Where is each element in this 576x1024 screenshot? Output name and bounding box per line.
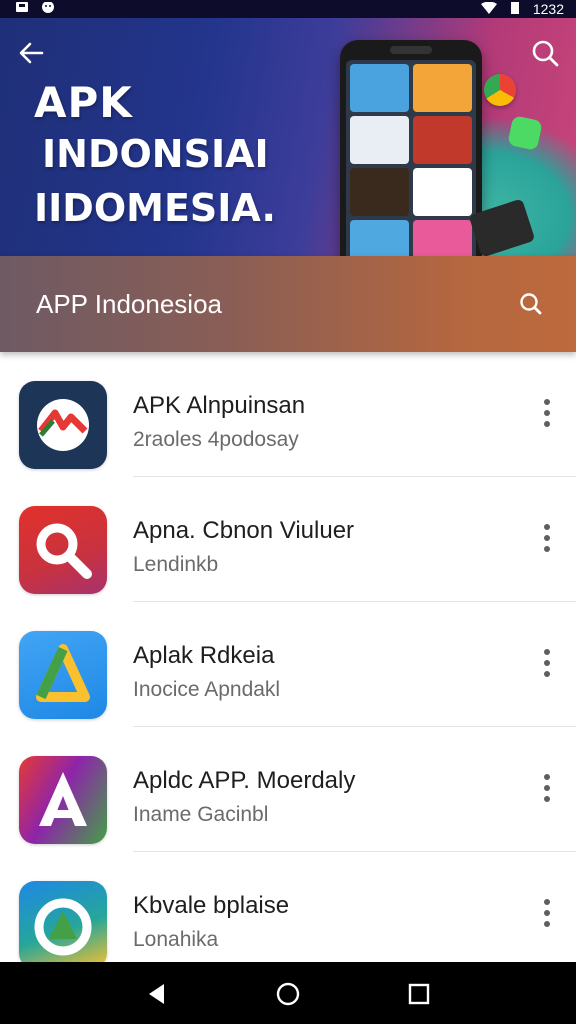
wifi-icon bbox=[480, 2, 497, 14]
hero-banner: APK INDONSIAI IIDOMESIA. bbox=[0, 18, 576, 256]
back-arrow-icon[interactable] bbox=[16, 38, 46, 68]
phone-tile bbox=[350, 168, 409, 216]
search-icon[interactable] bbox=[516, 289, 546, 319]
notification-icon bbox=[16, 2, 28, 12]
list-item[interactable]: Apldc APP. Moerdaly Iname Gacinbl bbox=[0, 727, 576, 852]
more-vert-icon[interactable] bbox=[532, 646, 562, 680]
app-name: Aplak Rdkeia bbox=[133, 642, 275, 669]
app-subtitle: Inocice Apndakl bbox=[133, 678, 281, 701]
hero-title-line1: APK bbox=[34, 78, 133, 127]
search-icon[interactable] bbox=[530, 38, 560, 68]
app-name: APK Alnpuinsan bbox=[133, 392, 306, 419]
more-vert-icon[interactable] bbox=[532, 521, 562, 555]
app-subtitle: Iname Gacinbl bbox=[133, 803, 269, 826]
list-item[interactable]: Aplak Rdkeia Inocice Apndakl bbox=[0, 602, 576, 727]
home-icon[interactable] bbox=[275, 981, 301, 1007]
app-subtitle: Lonahika bbox=[133, 928, 219, 951]
hero-title-line3: IIDOMESIA. bbox=[34, 186, 276, 230]
status-time: 1232 bbox=[532, 1, 564, 17]
phone-tile bbox=[350, 64, 409, 112]
battery-icon bbox=[510, 2, 519, 14]
phone-tile bbox=[350, 116, 409, 164]
notification-icon bbox=[42, 2, 54, 13]
screen: 1232 APK INDONSIAI IIDOMESIA. APP Indone… bbox=[0, 0, 576, 1024]
more-vert-icon[interactable] bbox=[532, 896, 562, 930]
app-subtitle: Lendinkb bbox=[133, 553, 219, 576]
app-name: Apldc APP. Moerdaly bbox=[133, 767, 356, 794]
phone-illustration bbox=[340, 40, 482, 256]
list-item[interactable]: APK Alnpuinsan 2raoles 4podosay bbox=[0, 352, 576, 477]
navigation-bar bbox=[0, 962, 576, 1024]
back-icon[interactable] bbox=[144, 981, 170, 1007]
letter-a-app-icon bbox=[19, 756, 107, 844]
hero-title: APK INDONSIAI IIDOMESIA. bbox=[34, 80, 276, 234]
phone-tile bbox=[350, 220, 409, 256]
more-vert-icon[interactable] bbox=[532, 396, 562, 430]
green-circle-app-icon bbox=[19, 881, 107, 962]
red-arrow-app-icon bbox=[19, 381, 107, 469]
more-vert-icon[interactable] bbox=[532, 771, 562, 805]
phone-notch bbox=[390, 46, 432, 54]
list-item[interactable]: Apna. Cbnon Viuluer Lendinkb bbox=[0, 477, 576, 602]
triangle-app-icon bbox=[19, 631, 107, 719]
status-bar: 1232 bbox=[0, 0, 576, 18]
app-name: Apna. Cbnon Viuluer bbox=[133, 517, 355, 544]
page-title: APP Indonesioa bbox=[36, 288, 222, 319]
status-left bbox=[14, 2, 56, 16]
hero-title-line2: INDONSIAI bbox=[42, 132, 269, 176]
recents-icon[interactable] bbox=[406, 981, 432, 1007]
phone-screen bbox=[346, 60, 476, 256]
app-name: Kbvale bplaise bbox=[133, 892, 290, 919]
title-bar: APP Indonesioa bbox=[0, 256, 576, 352]
phone-tile bbox=[413, 64, 472, 112]
app-list: APK Alnpuinsan 2raoles 4podosay Apna. Cb… bbox=[0, 352, 576, 962]
app-subtitle: 2raoles 4podosay bbox=[133, 428, 299, 451]
phone-tile bbox=[413, 116, 472, 164]
phone-tile bbox=[413, 220, 472, 256]
phone-tile bbox=[413, 168, 472, 216]
list-item[interactable]: Kbvale bplaise Lonahika bbox=[0, 852, 576, 962]
status-right: 1232 bbox=[480, 1, 564, 17]
magnifier-app-icon bbox=[19, 506, 107, 594]
chrome-float-icon bbox=[484, 74, 516, 106]
green-float-icon bbox=[507, 115, 543, 151]
